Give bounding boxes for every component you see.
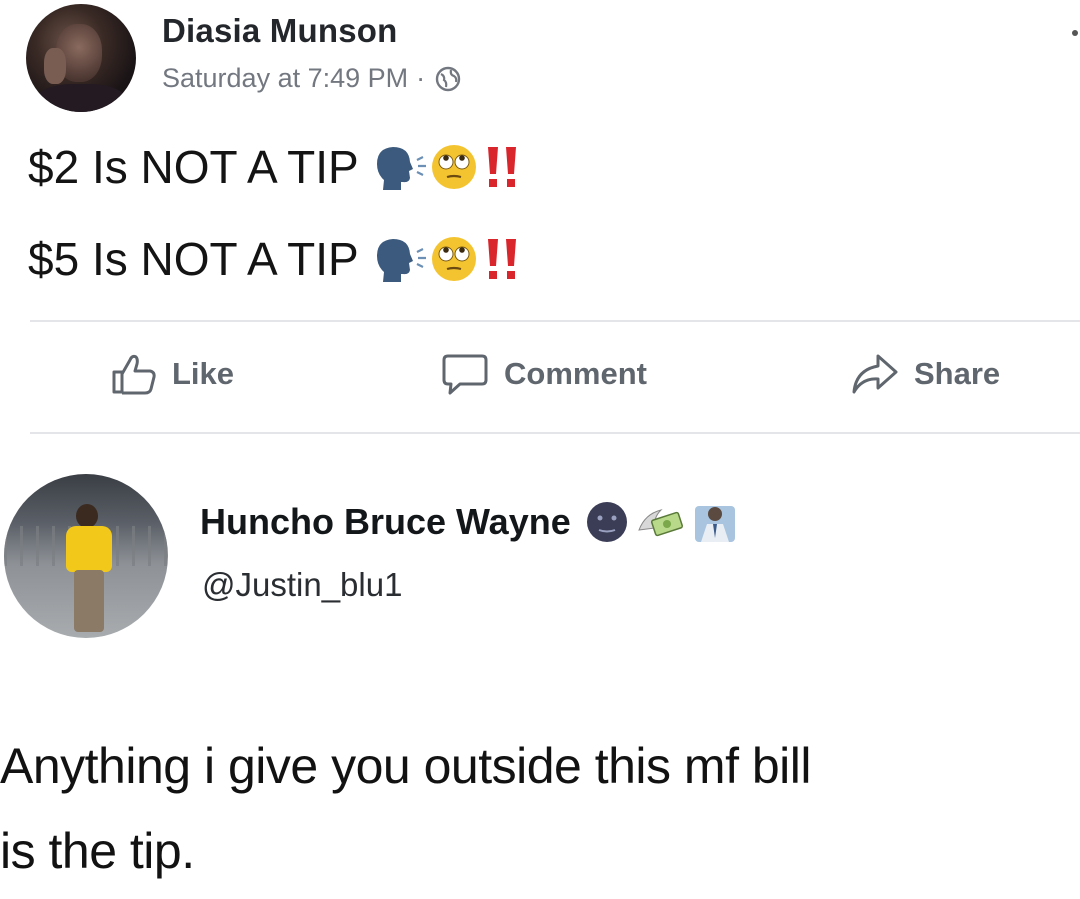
comment-button[interactable]: Comment bbox=[440, 352, 647, 396]
share-label: Share bbox=[914, 356, 1001, 391]
more-options-icon[interactable] bbox=[1072, 30, 1078, 36]
speaking-head-icon bbox=[376, 147, 426, 190]
businessman-icon bbox=[694, 506, 735, 542]
post-timestamp[interactable]: Saturday at 7:49 PM bbox=[162, 63, 408, 94]
post-line-text: $2 Is NOT A TIP bbox=[28, 141, 359, 193]
post-author-name[interactable]: Diasia Munson bbox=[162, 12, 397, 50]
name-emoji-group bbox=[585, 500, 743, 544]
post-author-avatar[interactable] bbox=[26, 4, 136, 112]
share-icon bbox=[852, 354, 898, 394]
globe-icon bbox=[435, 66, 461, 91]
tweet-handle[interactable]: @Justin_blu1 bbox=[202, 566, 402, 604]
tweet-author-name-row: Huncho Bruce Wayne bbox=[200, 500, 743, 544]
like-button[interactable]: Like bbox=[110, 352, 234, 396]
speaking-head-icon bbox=[376, 239, 426, 282]
emoji-group bbox=[373, 234, 519, 284]
money-with-wings-icon bbox=[637, 509, 683, 537]
tweet-text: Anything i give you outside this mf bill… bbox=[0, 724, 1080, 894]
tweet-text-line: Anything i give you outside this mf bill bbox=[0, 738, 811, 794]
meta-separator: · bbox=[416, 63, 426, 93]
post-text-line: $2 Is NOT A TIP bbox=[28, 140, 519, 194]
share-button[interactable]: Share bbox=[850, 352, 1000, 396]
post-text-line: $5 Is NOT A TIP bbox=[28, 232, 519, 286]
divider bbox=[30, 432, 1080, 434]
divider bbox=[30, 320, 1080, 322]
post-meta: Saturday at 7:49 PM · bbox=[162, 63, 461, 94]
tweet-text-line: is the tip. bbox=[0, 823, 195, 879]
like-label: Like bbox=[172, 356, 235, 391]
comment-label: Comment bbox=[504, 356, 647, 391]
emoji-group bbox=[373, 142, 519, 192]
rolling-eyes-icon bbox=[431, 145, 476, 189]
double-exclamation-icon bbox=[487, 239, 516, 279]
new-moon-face-icon bbox=[586, 502, 627, 542]
comment-icon bbox=[442, 354, 488, 395]
facebook-post: Diasia Munson Saturday at 7:49 PM · $2 I… bbox=[0, 0, 1080, 440]
tweet-author-avatar[interactable] bbox=[4, 474, 168, 638]
rolling-eyes-icon bbox=[431, 237, 476, 281]
double-exclamation-icon bbox=[487, 147, 516, 187]
post-line-text: $5 Is NOT A TIP bbox=[28, 233, 359, 285]
tweet-author-name[interactable]: Huncho Bruce Wayne bbox=[200, 501, 571, 543]
thumbs-up-icon bbox=[112, 354, 156, 395]
